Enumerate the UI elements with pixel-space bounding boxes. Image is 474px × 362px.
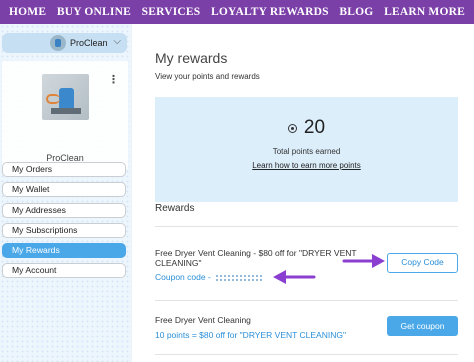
profile-image bbox=[42, 74, 89, 120]
sidebar-item-my-addresses[interactable]: My Addresses bbox=[2, 203, 126, 218]
reward-title: Free Dryer Vent Cleaning - $80 off for "… bbox=[155, 248, 357, 268]
points-label: Total points earned bbox=[272, 147, 341, 156]
account-switcher[interactable]: ProClean ⌵ bbox=[2, 33, 127, 53]
profile-card: ⋮ ProClean bbox=[2, 61, 128, 169]
sidebar-item-my-rewards[interactable]: My Rewards bbox=[2, 243, 126, 258]
avatar bbox=[50, 35, 66, 51]
masked-coupon-code bbox=[215, 274, 264, 282]
page-subtitle: View your points and rewards bbox=[155, 72, 260, 81]
nav-loyalty-rewards[interactable]: LOYALTY REWARDS bbox=[211, 6, 329, 18]
reward-points-cost[interactable]: 10 points = $80 off for "DRYER VENT CLEA… bbox=[155, 330, 346, 340]
rewards-heading: Rewards bbox=[155, 203, 195, 214]
more-options-icon[interactable]: ⋮ bbox=[108, 73, 119, 86]
page-title: My rewards bbox=[155, 50, 228, 66]
reward-title: Free Dryer Vent Cleaning bbox=[155, 315, 251, 325]
sidebar-item-my-account[interactable]: My Account bbox=[2, 263, 126, 278]
top-nav: HOME BUY ONLINE SERVICES LOYALTY REWARDS… bbox=[0, 0, 474, 24]
account-name: ProClean bbox=[70, 38, 108, 48]
divider bbox=[155, 354, 458, 355]
points-value: 20 bbox=[303, 117, 326, 138]
points-summary: 20 Total points earned Learn how to earn… bbox=[155, 97, 458, 202]
points-icon bbox=[287, 123, 297, 133]
sidebar-item-my-orders[interactable]: My Orders bbox=[2, 162, 126, 177]
divider bbox=[155, 300, 458, 301]
nav-services[interactable]: SERVICES bbox=[142, 6, 201, 18]
nav-home[interactable]: HOME bbox=[9, 6, 46, 18]
main-content: My rewards View your points and rewards … bbox=[132, 24, 474, 362]
arrow-left-icon bbox=[273, 270, 316, 284]
chevron-down-icon: ⌵ bbox=[113, 36, 121, 47]
sidebar-item-my-wallet[interactable]: My Wallet bbox=[2, 182, 126, 197]
nav-blog[interactable]: BLOG bbox=[339, 6, 373, 18]
get-coupon-button[interactable]: Get coupon bbox=[387, 316, 458, 336]
nav-buy-online[interactable]: BUY ONLINE bbox=[57, 6, 131, 18]
nav-learn-more[interactable]: LEARN MORE bbox=[384, 6, 465, 18]
arrow-right-icon bbox=[342, 254, 385, 268]
copy-code-button[interactable]: Copy Code bbox=[387, 253, 458, 273]
sidebar-item-my-subscriptions[interactable]: My Subscriptions bbox=[2, 223, 126, 238]
earn-more-link[interactable]: Learn how to earn more points bbox=[155, 161, 458, 170]
sidebar: ProClean ⌵ ⋮ ProClean My Orders My Walle… bbox=[0, 24, 132, 362]
divider bbox=[155, 226, 458, 227]
reward-coupon-code[interactable]: Coupon code - bbox=[155, 272, 264, 282]
